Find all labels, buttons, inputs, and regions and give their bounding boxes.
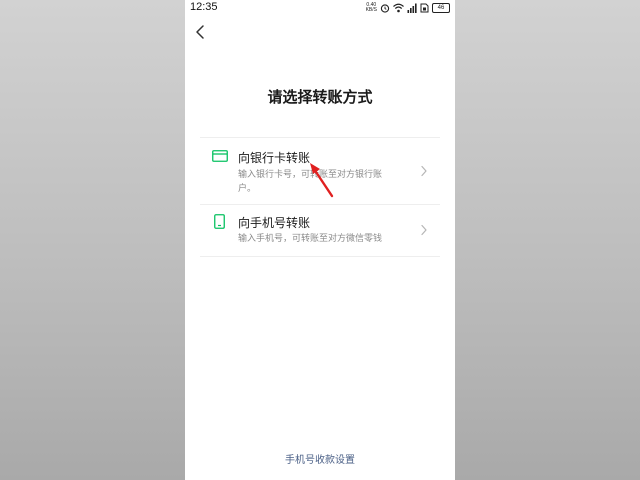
phone-screen: 12:35 0.40 KB/S 46 请选择转账方式 向银行卡转账 输入银行卡号… <box>185 0 455 480</box>
status-icons: 0.40 KB/S 46 <box>366 2 450 14</box>
bank-card-option-title: 向银行卡转账 <box>238 151 311 165</box>
sim-icon <box>420 3 429 13</box>
wifi-icon <box>393 3 404 13</box>
status-bar: 12:35 0.40 KB/S 46 <box>185 0 455 16</box>
mobile-phone-icon <box>214 214 225 229</box>
chevron-left-icon <box>196 25 204 39</box>
phone-receive-settings-link[interactable]: 手机号收款设置 <box>185 451 455 466</box>
phone-number-transfer-option[interactable]: 向手机号转账 输入手机号，可转账至对方微信零钱 <box>200 204 440 257</box>
phone-option-description: 输入手机号，可转账至对方微信零钱 <box>238 234 383 244</box>
back-button[interactable] <box>191 22 211 42</box>
phone-option-title: 向手机号转账 <box>238 216 311 230</box>
bank-card-icon <box>212 150 228 162</box>
signal-icon <box>407 3 417 13</box>
page-title: 请选择转账方式 <box>267 88 373 106</box>
annotation-arrow <box>310 163 334 198</box>
net-speed-unit: KB/S <box>365 7 377 13</box>
chevron-right-icon <box>421 224 427 236</box>
net-speed: 0.40 KB/S <box>366 3 377 13</box>
battery-indicator: 46 <box>432 3 450 13</box>
chevron-right-icon <box>421 165 427 177</box>
alarm-icon <box>380 4 390 13</box>
status-time: 12:35 <box>190 1 218 13</box>
